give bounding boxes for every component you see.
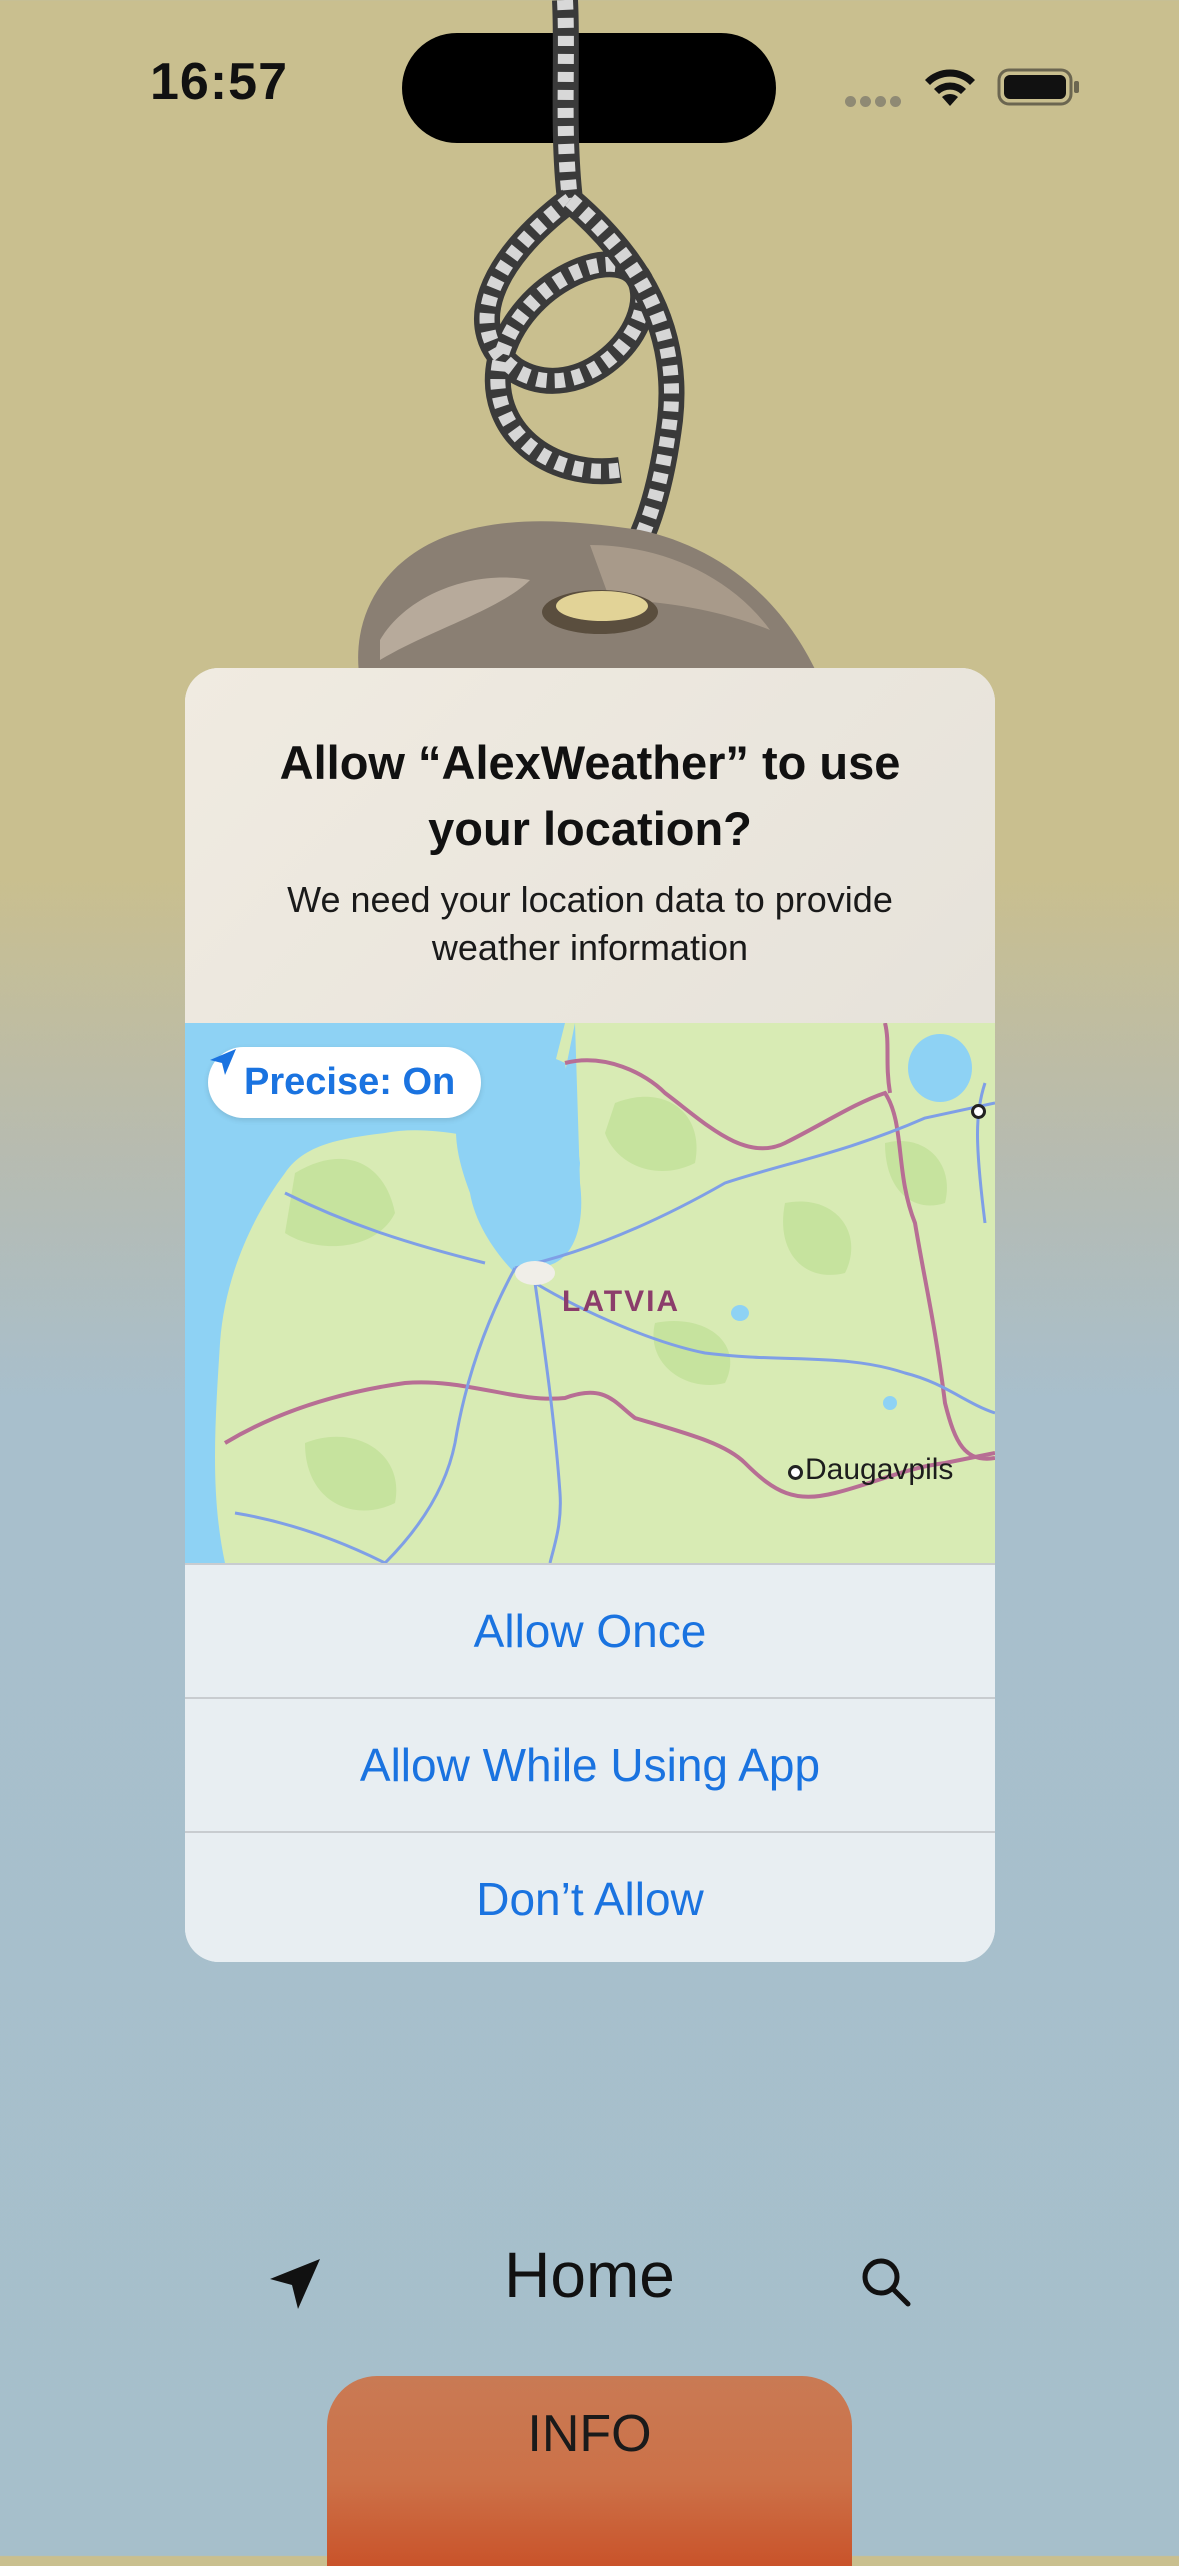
allow-once-button[interactable]: Allow Once <box>185 1563 995 1697</box>
battery-icon <box>997 68 1079 106</box>
hanging-rock-illustration <box>358 0 820 680</box>
allow-while-using-app-button[interactable]: Allow While Using App <box>185 1697 995 1831</box>
nav-title: Home <box>504 2239 675 2311</box>
precise-location-toggle[interactable]: Precise: On <box>208 1047 482 1118</box>
dont-allow-button[interactable]: Don’t Allow <box>185 1831 995 1962</box>
map-city-dot <box>788 1465 803 1480</box>
alert-message: We need your location data to provide we… <box>287 879 893 968</box>
info-label: INFO <box>527 2405 652 2463</box>
map-city-dot <box>971 1104 986 1119</box>
location-permission-alert: Allow “AlexWeather” to use your location… <box>185 668 995 1962</box>
wifi-icon <box>925 69 975 106</box>
location-map[interactable]: Precise: On LATVIA Daugavpils <box>185 1023 995 1563</box>
map-country-label: LATVIA <box>562 1285 681 1318</box>
search-icon[interactable] <box>858 2254 914 2310</box>
status-time: 16:57 <box>150 53 288 111</box>
map-city-label: Daugavpils <box>805 1453 954 1486</box>
alert-title: Allow “AlexWeather” to use your location… <box>279 736 901 855</box>
precise-toggle-label: Precise: On <box>244 1061 456 1103</box>
info-button[interactable]: INFO <box>327 2376 852 2566</box>
location-arrow-icon <box>210 1049 236 1075</box>
alert-header: Allow “AlexWeather” to use your location… <box>185 668 995 1023</box>
